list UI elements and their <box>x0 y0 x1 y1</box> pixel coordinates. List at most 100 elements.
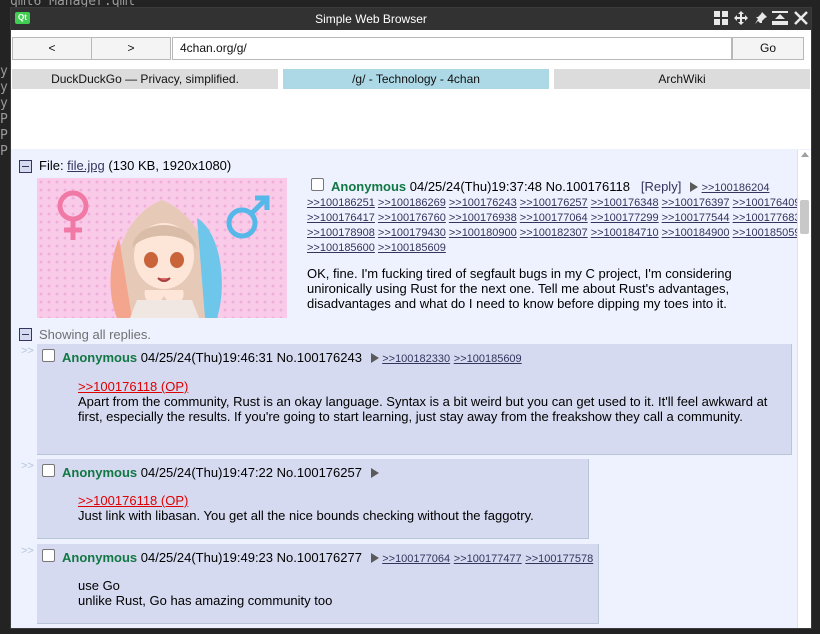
backlink[interactable]: >>100180900 <box>449 227 517 239</box>
backlink[interactable]: >>100184900 <box>662 227 730 239</box>
poster-name: Anonymous <box>62 350 138 365</box>
forward-button[interactable]: > <box>91 37 171 60</box>
url-input[interactable]: 4chan.org/g/ <box>172 37 732 60</box>
backlink[interactable]: >>100185609 <box>378 242 446 254</box>
backlink[interactable]: >>100182330 <box>382 353 450 365</box>
terminal-char: P <box>0 144 8 159</box>
backlink[interactable]: >>100177544 <box>662 212 730 224</box>
reply-body: >>100176118 (OP) Just link with libasan.… <box>78 493 578 523</box>
reply-text: Apart from the community, Rust is an oka… <box>78 394 768 424</box>
post-menu-arrow-icon[interactable] <box>689 182 698 192</box>
terminal-char: y <box>0 96 8 111</box>
backlink[interactable]: >>100186204 <box>702 182 770 194</box>
backlink[interactable]: >>100179430 <box>378 227 446 239</box>
maximize-icon[interactable] <box>772 11 788 27</box>
backlink[interactable]: >>100177683 <box>733 212 801 224</box>
poster-name: Anonymous <box>62 465 138 480</box>
navigation-bar: < > 4chan.org/g/ Go <box>11 37 811 61</box>
post-number[interactable]: No.100176257 <box>277 465 362 480</box>
tab-duckduckgo[interactable]: DuckDuckGo — Privacy, simplified. <box>12 69 278 89</box>
op-quote-link[interactable]: >>100176118 (OP) <box>78 379 188 394</box>
post-datetime: 04/25/24(Thu)19:46:31 <box>140 350 274 365</box>
tab-technology-4chan[interactable]: /g/ - Technology - 4chan <box>283 69 549 89</box>
tab-bar: DuckDuckGo — Privacy, simplified. /g/ - … <box>11 69 811 89</box>
reply-side-marker: >> <box>21 545 34 557</box>
file-info: File: file.jpg (130 KB, 1920x1080) <box>39 158 231 173</box>
backlink[interactable]: >>100176397 <box>662 197 730 209</box>
backlink[interactable]: >>100182307 <box>520 227 588 239</box>
post-datetime: 04/25/24(Thu)19:47:22 <box>140 465 274 480</box>
backlink[interactable]: >>100177578 <box>525 553 593 565</box>
op-post-body: OK, fine. I'm fucking tired of segfault … <box>307 266 732 311</box>
reply-body: >>100176118 (OP) Apart from the communit… <box>78 379 768 424</box>
file-link[interactable]: file.jpg <box>67 158 105 173</box>
reply-body: use Go unlike Rust, Go has amazing commu… <box>78 578 578 608</box>
reply-post: Anonymous 04/25/24(Thu)19:47:22 No.10017… <box>37 459 589 539</box>
reply-text-line: use Go <box>78 578 120 593</box>
backlink[interactable]: >>100177299 <box>591 212 659 224</box>
reply-link[interactable]: [Reply] <box>641 179 681 194</box>
op-backlinks: >>100186251 >>100186269 >>100176243 >>10017… <box>307 196 800 256</box>
backlink[interactable]: >>100177064 <box>520 212 588 224</box>
backlink[interactable]: >>100185600 <box>307 242 375 254</box>
reply-post-header: Anonymous 04/25/24(Thu)19:49:23 No.10017… <box>62 550 593 565</box>
file-label: File: <box>39 158 68 173</box>
post-datetime: 04/25/24(Thu)19:37:48 <box>409 179 543 194</box>
backlink[interactable]: >>100178908 <box>307 227 375 239</box>
post-number[interactable]: No.100176118 <box>546 179 630 194</box>
reply-text-line: unlike Rust, Go has amazing community to… <box>78 593 333 608</box>
title-bar[interactable]: Qt Simple Web Browser <box>11 8 811 30</box>
backlink[interactable]: >>100176760 <box>378 212 446 224</box>
backlink[interactable]: >>100176417 <box>307 212 375 224</box>
terminal-char: y <box>0 64 8 79</box>
op-post-header: Anonymous 04/25/24(Thu)19:37:48 No.10017… <box>331 179 769 194</box>
collapse-thread-icon[interactable] <box>19 160 32 173</box>
backlink[interactable]: >>100185059 <box>733 227 801 239</box>
backlink[interactable]: >>100176257 <box>520 197 588 209</box>
op-thumbnail-image[interactable] <box>37 178 287 318</box>
scrollbar-thumb[interactable] <box>800 200 809 234</box>
reply-post: Anonymous 04/25/24(Thu)19:49:23 No.10017… <box>37 544 599 624</box>
showing-replies-label: Showing all replies. <box>39 327 152 342</box>
collapse-replies-icon[interactable] <box>19 328 32 341</box>
reply-select-checkbox[interactable] <box>42 549 55 562</box>
op-quote-link[interactable]: >>100176118 (OP) <box>78 493 188 508</box>
post-menu-arrow-icon[interactable] <box>370 353 379 363</box>
backlink[interactable]: >>100176409 <box>733 197 801 209</box>
backlink[interactable]: >>100186269 <box>378 197 446 209</box>
backlink[interactable]: >>100185609 <box>454 353 522 365</box>
reply-select-checkbox[interactable] <box>42 349 55 362</box>
backlink[interactable]: >>100176243 <box>449 197 517 209</box>
op-select-checkbox[interactable] <box>311 178 324 191</box>
post-number[interactable]: No.100176243 <box>277 350 362 365</box>
backlink[interactable]: >>100177477 <box>454 553 522 565</box>
tile-icon[interactable] <box>713 11 729 27</box>
reply-post-header: Anonymous 04/25/24(Thu)19:47:22 No.10017… <box>62 465 379 480</box>
post-menu-arrow-icon[interactable] <box>370 553 379 563</box>
reply-post-header: Anonymous 04/25/24(Thu)19:46:31 No.10017… <box>62 350 522 365</box>
backlink[interactable]: >>100186251 <box>307 197 375 209</box>
reply-post: Anonymous 04/25/24(Thu)19:46:31 No.10017… <box>37 344 792 455</box>
vertical-scrollbar[interactable] <box>797 150 811 628</box>
window-title: Simple Web Browser <box>315 12 427 26</box>
backlink[interactable]: >>100184710 <box>591 227 659 239</box>
post-datetime: 04/25/24(Thu)19:49:23 <box>140 550 274 565</box>
back-button[interactable]: < <box>12 37 92 60</box>
close-icon[interactable] <box>793 11 809 27</box>
tab-archwiki[interactable]: ArchWiki <box>554 69 810 89</box>
terminal-char: P <box>0 128 8 143</box>
poster-name: Anonymous <box>62 550 138 565</box>
go-button[interactable]: Go <box>732 37 804 60</box>
backlink[interactable]: >>100177064 <box>382 553 450 565</box>
post-menu-arrow-icon[interactable] <box>370 468 379 478</box>
reply-text: Just link with libasan. You get all the … <box>78 508 534 523</box>
move-icon[interactable] <box>733 11 749 27</box>
post-number[interactable]: No.100176277 <box>277 550 362 565</box>
backlink[interactable]: >>100176938 <box>449 212 517 224</box>
backlink[interactable]: >>100176348 <box>591 197 659 209</box>
pin-icon[interactable] <box>753 11 769 27</box>
scroll-up-arrow-icon[interactable] <box>801 152 809 157</box>
poster-name: Anonymous <box>331 179 407 194</box>
reply-select-checkbox[interactable] <box>42 464 55 477</box>
terminal-char: y <box>0 80 8 95</box>
